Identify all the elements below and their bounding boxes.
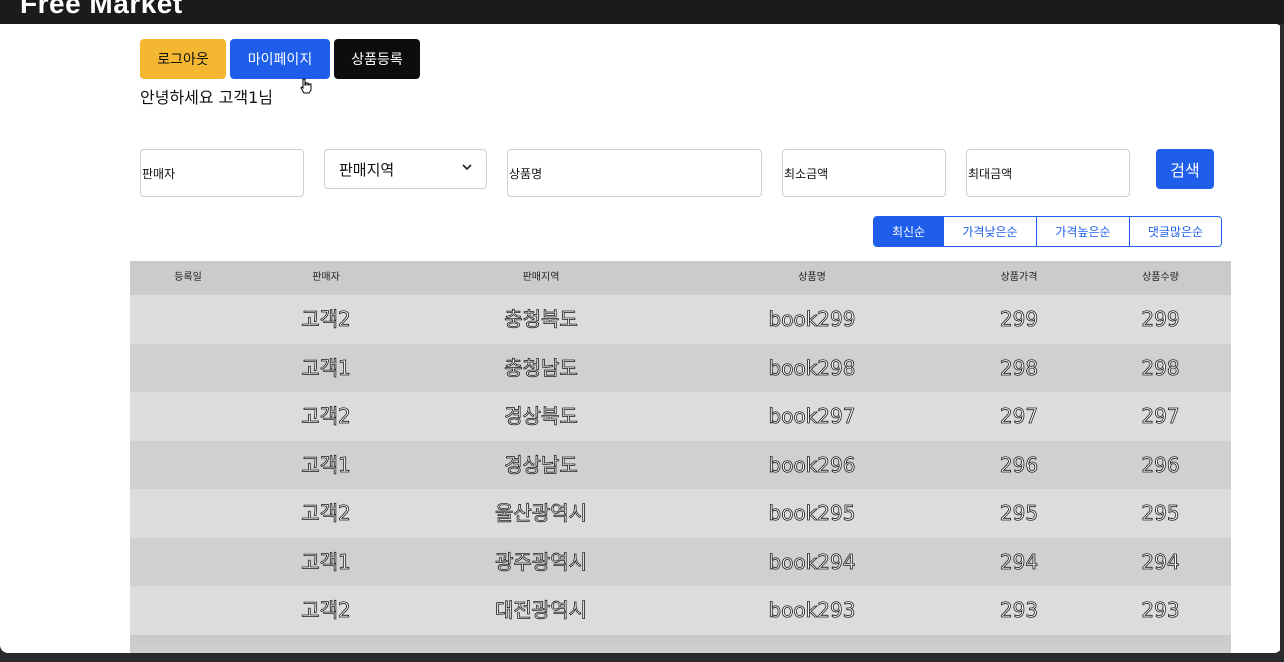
product-name-placeholder: 상품명	[509, 166, 543, 181]
seller-placeholder: 판매자	[142, 166, 176, 181]
logout-button[interactable]: 로그아웃	[140, 39, 226, 79]
cell-price: 296	[999, 452, 1039, 477]
max-price-input[interactable]: 최대금액	[966, 149, 1130, 197]
header-quantity[interactable]: 상품수량	[1090, 261, 1231, 295]
cell-seller: 고객2	[301, 307, 351, 332]
cell-quantity: 293	[1141, 598, 1180, 623]
table-row[interactable]: 고객2 충청북도 book299 299 299	[130, 295, 1231, 344]
table-header: 등록일 판매자 판매지역 상품명 상품가격 상품수량	[130, 261, 1231, 295]
cell-region: 충청남도	[504, 355, 578, 380]
cell-date	[130, 586, 246, 634]
cell-seller: 고객1	[301, 355, 351, 380]
table-row[interactable]: 고객2 경상북도 book297 297 297	[130, 392, 1231, 441]
chevron-down-icon	[462, 164, 472, 171]
cell-region: 경상북도	[504, 404, 578, 429]
cell-quantity: 294	[1141, 549, 1180, 574]
region-value: 판매지역	[339, 160, 395, 179]
hand-cursor-icon	[300, 78, 312, 94]
cell-price: 298	[999, 355, 1039, 380]
cell-price: 297	[999, 404, 1039, 429]
cell-region: 광주광역시	[495, 549, 588, 574]
product-name-input[interactable]: 상품명	[507, 149, 762, 197]
header-date[interactable]: 등록일	[130, 261, 246, 295]
cell-price: 299	[999, 307, 1039, 332]
cell-price: 294	[999, 549, 1039, 574]
greeting-text: 안녕하세요 고객1님	[140, 88, 274, 107]
header-price[interactable]: 상품가격	[948, 261, 1090, 295]
cell-quantity: 296	[1141, 452, 1180, 477]
cell-quantity: 297	[1141, 404, 1180, 429]
min-price-placeholder: 최소금액	[784, 166, 829, 181]
cell-product[interactable]: book293	[676, 586, 948, 634]
cell-seller: 고객1	[301, 549, 351, 574]
cell-quantity: 298	[1141, 355, 1180, 380]
cell-price: 295	[999, 501, 1039, 526]
cell-date	[130, 489, 246, 537]
header-seller[interactable]: 판매자	[246, 261, 406, 295]
product-table: 등록일 판매자 판매지역 상품명 상품가격 상품수량 고객2 충청북도 book…	[130, 261, 1231, 653]
window-edge	[1280, 24, 1284, 653]
min-price-input[interactable]: 최소금액	[782, 149, 946, 197]
cell-product[interactable]: book295	[676, 489, 948, 537]
table-row[interactable]: 고객1 경상남도 book296 296 296	[130, 440, 1231, 489]
cell-region: 충청북도	[504, 307, 578, 332]
cell-date	[130, 441, 246, 489]
cell-region: 대전광역시	[495, 598, 588, 623]
cell-product[interactable]: book294	[676, 538, 948, 586]
cell-date	[130, 295, 246, 343]
mypage-button[interactable]: 마이페이지	[230, 39, 330, 79]
table-row[interactable]: 고객2 대전광역시 book293 293 293	[130, 586, 1231, 635]
cell-product[interactable]: book299	[676, 295, 948, 343]
cell-quantity: 295	[1141, 501, 1180, 526]
seller-input[interactable]: 판매자	[140, 149, 304, 197]
region-select[interactable]: 판매지역	[324, 149, 487, 189]
cell-date	[130, 392, 246, 440]
sort-latest-button[interactable]: 최신순	[874, 217, 943, 246]
cell-region: 울산광역시	[495, 501, 588, 526]
table-row-partial[interactable]	[130, 634, 1231, 653]
header-region[interactable]: 판매지역	[406, 261, 676, 295]
sort-comments-button[interactable]: 댓글많은순	[1129, 217, 1221, 246]
brand-logo[interactable]: Free Market	[20, 0, 183, 20]
max-price-placeholder: 최대금액	[968, 166, 1013, 181]
search-button[interactable]: 검색	[1156, 149, 1214, 189]
cell-seller: 고객2	[301, 404, 351, 429]
cell-seller: 고객1	[301, 452, 351, 477]
cell-seller: 고객2	[301, 598, 351, 623]
cell-price: 293	[999, 598, 1039, 623]
table-row[interactable]: 고객1 광주광역시 book294 294 294	[130, 537, 1231, 586]
table-row[interactable]: 고객2 울산광역시 book295 295 295	[130, 489, 1231, 538]
sort-button-group: 최신순 가격낮은순 가격높은순 댓글많은순	[873, 216, 1222, 247]
cell-date	[130, 538, 246, 586]
app-header: Free Market	[0, 0, 1284, 26]
cell-seller: 고객2	[301, 501, 351, 526]
cell-product[interactable]: book296	[676, 441, 948, 489]
table-row[interactable]: 고객1 충청남도 book298 298 298	[130, 343, 1231, 392]
cell-region: 경상남도	[504, 452, 578, 477]
sort-price-low-button[interactable]: 가격낮은순	[943, 217, 1036, 246]
sort-price-high-button[interactable]: 가격높은순	[1036, 217, 1129, 246]
cell-product[interactable]: book298	[676, 344, 948, 392]
cell-quantity: 299	[1141, 307, 1180, 332]
register-product-button[interactable]: 상품등록	[334, 39, 420, 79]
cell-product[interactable]: book297	[676, 392, 948, 440]
header-product[interactable]: 상품명	[676, 261, 948, 295]
main-window: 로그아웃 마이페이지 상품등록 안녕하세요 고객1님 판매자 판매지역 상품명 …	[0, 24, 1282, 653]
cell-date	[130, 344, 246, 392]
